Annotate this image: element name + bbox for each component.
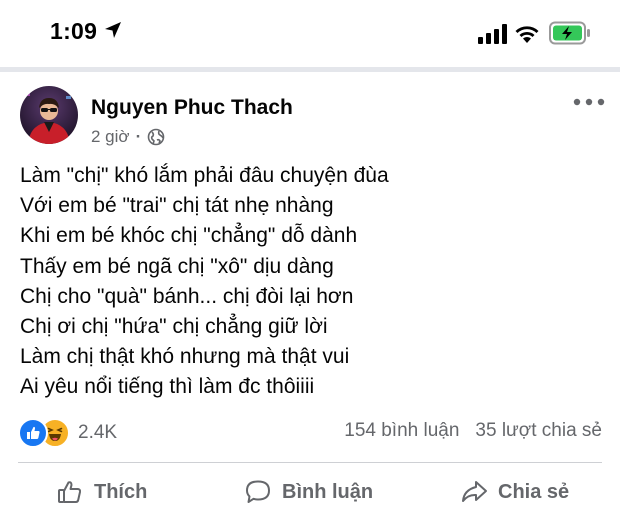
post-body: Làm "chị" khó lắm phải đâu chuyện đùa Vớ… <box>20 161 389 403</box>
comment-bubble-icon <box>246 480 270 503</box>
like-button[interactable]: Thích <box>56 474 147 510</box>
post-line: Thấy em bé ngã chị "xô" dịu dàng <box>20 254 334 278</box>
post-stats: 154 bình luận 35 lượt chia sẻ <box>344 420 602 442</box>
cellular-signal-icon <box>478 24 507 44</box>
post-line: Với em bé "trai" chị tát nhẹ nhàng <box>20 194 334 218</box>
comment-button[interactable]: Bình luận <box>244 474 373 510</box>
feed-separator <box>0 67 620 72</box>
comment-button-label: Bình luận <box>282 480 374 503</box>
post-line: Làm "chị" khó lắm phải đâu chuyện đùa <box>20 164 389 187</box>
battery-charging-icon <box>549 21 590 45</box>
avatar-image <box>20 86 78 144</box>
status-time: 1:09 <box>50 18 98 44</box>
wifi-icon <box>515 26 539 43</box>
share-button[interactable]: Chia sẻ <box>460 474 569 510</box>
globe-icon <box>147 128 165 146</box>
post-author-name[interactable]: Nguyen Phuc Thach <box>91 96 293 120</box>
meta-separator: · <box>135 127 142 146</box>
location-arrow-icon <box>105 22 121 38</box>
more-options-icon[interactable] <box>572 95 606 109</box>
action-divider <box>18 462 602 463</box>
post-meta: 2 giờ · <box>91 127 165 147</box>
reactions-count: 2.4K <box>78 422 118 443</box>
share-arrow-icon <box>462 481 487 502</box>
like-reaction-icon <box>18 418 48 448</box>
like-button-label: Thích <box>94 480 148 503</box>
comments-count[interactable]: 154 bình luận <box>344 420 459 442</box>
post-line: Làm chị thật khó nhưng mà thật vui <box>20 345 350 369</box>
status-bar: 1:09 <box>0 0 620 68</box>
post-time[interactable]: 2 giờ <box>91 127 130 147</box>
post-line: Chị ơi chị "hứa" chị chẳng giữ lời <box>20 315 328 339</box>
avatar[interactable] <box>20 86 78 144</box>
reactions-summary[interactable]: 2.4K <box>18 418 117 448</box>
share-button-label: Chia sẻ <box>498 480 570 503</box>
post-line: Chị cho "quà" bánh... chị đòi lại hơn <box>20 284 354 308</box>
post-line: Khi em bé khóc chị "chẳng" dỗ dành <box>20 224 358 248</box>
thumbs-up-icon <box>58 481 82 503</box>
post-line: Ai yêu nổi tiếng thì làm đc thôiiii <box>20 375 315 399</box>
shares-count[interactable]: 35 lượt chia sẻ <box>475 420 602 442</box>
